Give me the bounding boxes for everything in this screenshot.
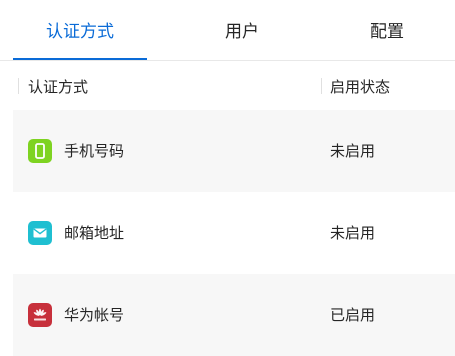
method-name: 华为帐号 — [64, 306, 125, 324]
table-header: 认证方式 启用状态 — [13, 66, 455, 108]
huawei-logo-icon — [28, 303, 52, 327]
tab-users[interactable]: 用户 — [175, 0, 309, 60]
mobile-phone-icon — [28, 139, 52, 163]
active-tab-indicator — [13, 58, 147, 60]
column-separator — [18, 78, 19, 94]
tab-bar: 认证方式 用户 配置 — [0, 0, 455, 61]
table-row[interactable]: 邮箱地址 未启用 — [13, 192, 455, 274]
status-text: 已启用 — [330, 306, 376, 324]
tab-auth-methods[interactable]: 认证方式 — [13, 0, 147, 60]
status-text: 未启用 — [330, 142, 376, 160]
column-header-method: 认证方式 — [28, 78, 89, 96]
method-name: 邮箱地址 — [64, 224, 125, 242]
method-name: 手机号码 — [64, 142, 125, 160]
tab-settings[interactable]: 配置 — [320, 0, 454, 60]
email-envelope-icon — [28, 221, 52, 245]
table-row[interactable]: 手机号码 未启用 — [13, 110, 455, 192]
column-separator — [321, 78, 322, 94]
column-header-status: 启用状态 — [330, 78, 391, 96]
status-text: 未启用 — [330, 224, 376, 242]
table-row[interactable]: 华为帐号 已启用 — [13, 274, 455, 356]
